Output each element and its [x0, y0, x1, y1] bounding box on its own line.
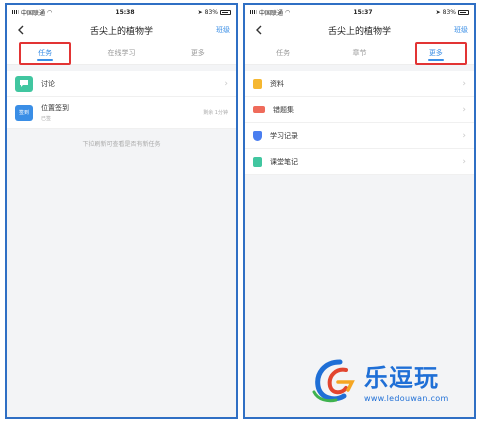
tab-chapters[interactable]: 章节 — [321, 41, 397, 64]
nav-bar: 舌尖上的植物学 班级 — [7, 19, 236, 41]
nav-bar: 舌尖上的植物学 班级 — [245, 19, 474, 41]
chevron-right-icon: › — [224, 78, 228, 89]
tab-tasks[interactable]: 任务 — [245, 41, 321, 64]
class-button[interactable]: 班级 — [216, 25, 230, 35]
chevron-right-icon: › — [462, 78, 466, 89]
notes-icon — [253, 156, 262, 167]
task-item-sign-in[interactable]: 签到 位置签到 已签 剩余 1分钟 — [7, 97, 236, 129]
battery-icon — [458, 9, 469, 15]
sign-in-icon-text: 签到 — [18, 110, 29, 116]
status-bar: 中国联通 ◠ 15:37 ➤ 83% — [245, 5, 474, 19]
watermark-brand: 乐逗玩 — [364, 363, 439, 392]
more-list: 资料 › 错题集 › 学习记录 › 课堂笔记 › — [245, 71, 474, 175]
class-button[interactable]: 班级 — [454, 25, 468, 35]
more-item-materials[interactable]: 资料 › — [245, 71, 474, 97]
ledouwan-logo-icon — [310, 356, 360, 404]
clock: 15:38 — [115, 8, 135, 16]
wifi-icon: ◠ — [47, 8, 53, 16]
tab-tasks[interactable]: 任务 — [7, 41, 83, 64]
watermark: 乐逗玩 www.ledouwan.com — [310, 356, 449, 404]
tab-more[interactable]: 更多 — [160, 41, 236, 64]
chevron-right-icon: › — [462, 104, 466, 115]
chevron-right-icon: › — [462, 130, 466, 141]
more-item-learning-record[interactable]: 学习记录 › — [245, 123, 474, 149]
status-bar: 中国联通 ◠ 15:38 ➤ 83% — [7, 5, 236, 19]
more-item-label: 学习记录 — [270, 131, 298, 140]
task-time-remaining: 剩余 1分钟 — [203, 110, 228, 116]
carrier-label: 中国联通 — [21, 9, 46, 17]
battery-percent: 83% — [442, 8, 456, 16]
tab-bar: 任务 章节 更多 — [245, 41, 474, 65]
discussion-icon — [15, 75, 33, 92]
more-item-label: 课堂笔记 — [270, 157, 298, 166]
tab-online-learning[interactable]: 在线学习 — [83, 41, 159, 64]
learning-record-icon — [253, 130, 262, 141]
page-title: 舌尖上的植物学 — [327, 26, 391, 37]
more-item-label: 资料 — [270, 79, 284, 88]
watermark-url: www.ledouwan.com — [364, 393, 449, 403]
battery-percent: 83% — [204, 8, 218, 16]
clock: 15:37 — [353, 8, 373, 16]
battery-icon — [220, 9, 231, 15]
wifi-icon: ◠ — [285, 8, 291, 16]
signal-icon — [250, 10, 257, 14]
task-label: 讨论 — [41, 79, 55, 88]
back-button[interactable] — [13, 22, 29, 38]
task-item-discussion[interactable]: 讨论 › — [7, 71, 236, 97]
sign-in-icon: 签到 — [15, 104, 33, 121]
location-icon: ➤ — [435, 8, 441, 16]
document-icon — [253, 78, 262, 89]
chevron-left-icon — [18, 25, 24, 35]
left-phone-screen: 中国联通 ◠ 15:38 ➤ 83% 舌尖上的植物学 班级 任务 在线学习 更多… — [5, 3, 238, 419]
page-title: 舌尖上的植物学 — [89, 26, 153, 37]
task-status: 已签 — [41, 116, 52, 122]
task-list: 讨论 › 签到 位置签到 已签 剩余 1分钟 — [7, 71, 236, 129]
location-icon: ➤ — [197, 8, 203, 16]
back-button[interactable] — [251, 22, 267, 38]
tab-more[interactable]: 更多 — [398, 41, 474, 64]
chevron-left-icon — [256, 25, 262, 35]
tab-bar: 任务 在线学习 更多 — [7, 41, 236, 65]
more-item-wrong-answers[interactable]: 错题集 › — [245, 97, 474, 123]
wrong-answers-icon — [253, 106, 265, 113]
pull-refresh-hint: 下拉刷新可查看是否有新任务 — [82, 141, 161, 148]
more-item-class-notes[interactable]: 课堂笔记 › — [245, 149, 474, 175]
carrier-label: 中国联通 — [259, 9, 284, 17]
signal-icon — [12, 10, 19, 14]
more-item-label: 错题集 — [273, 105, 294, 114]
task-label: 位置签到 — [41, 104, 69, 112]
chevron-right-icon: › — [462, 156, 466, 167]
